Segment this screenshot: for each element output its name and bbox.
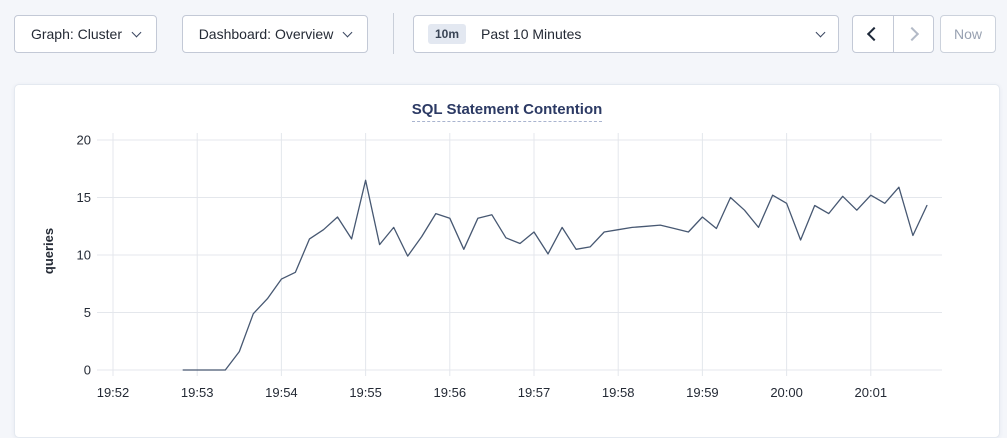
chart-panel: SQL Statement Contention 0510152019:5219… [14,84,1000,438]
x-tick-label: 19:54 [265,385,298,400]
dashboard-dropdown-label: Dashboard: Overview [199,26,334,42]
prev-range-button[interactable] [853,16,894,52]
x-tick-label: 19:59 [686,385,719,400]
chevron-right-icon [905,27,919,41]
toolbar: Graph: Cluster Dashboard: Overview 10m P… [0,0,1007,70]
chevron-down-icon [343,28,353,38]
chevron-left-icon [867,27,881,41]
graph-dropdown-label: Graph: Cluster [31,26,122,42]
y-tick-label: 15 [77,190,91,205]
x-tick-label: 19:52 [97,385,130,400]
graph-dropdown[interactable]: Graph: Cluster [14,15,157,53]
now-button[interactable]: Now [940,15,996,53]
time-range-badge: 10m [428,24,466,44]
chevron-down-icon [816,28,826,38]
next-range-button[interactable] [894,16,934,52]
y-tick-label: 0 [84,363,91,378]
x-tick-label: 20:00 [770,385,803,400]
x-tick-label: 19:55 [349,385,382,400]
toolbar-divider [393,13,394,54]
y-tick-label: 10 [77,248,91,263]
time-range-selector[interactable]: 10m Past 10 Minutes [413,15,839,53]
x-tick-label: 19:58 [602,385,635,400]
series-line-queries [183,180,927,370]
y-tick-label: 5 [84,305,91,320]
y-axis-label: queries [41,228,56,274]
x-tick-label: 20:01 [855,385,888,400]
x-tick-label: 19:57 [518,385,551,400]
dashboard-dropdown[interactable]: Dashboard: Overview [182,15,368,53]
time-range-label: Past 10 Minutes [481,26,581,42]
y-tick-label: 20 [77,133,91,148]
time-range-nav [852,15,934,53]
contention-chart-plot[interactable]: 0 5 10 15 20 19:52 19:53 19:54 19:55 19:56 19:57 19… [15,85,1001,437]
x-tick-label: 19:56 [434,385,467,400]
x-tick-label: 19:53 [181,385,214,400]
chevron-down-icon [132,28,142,38]
